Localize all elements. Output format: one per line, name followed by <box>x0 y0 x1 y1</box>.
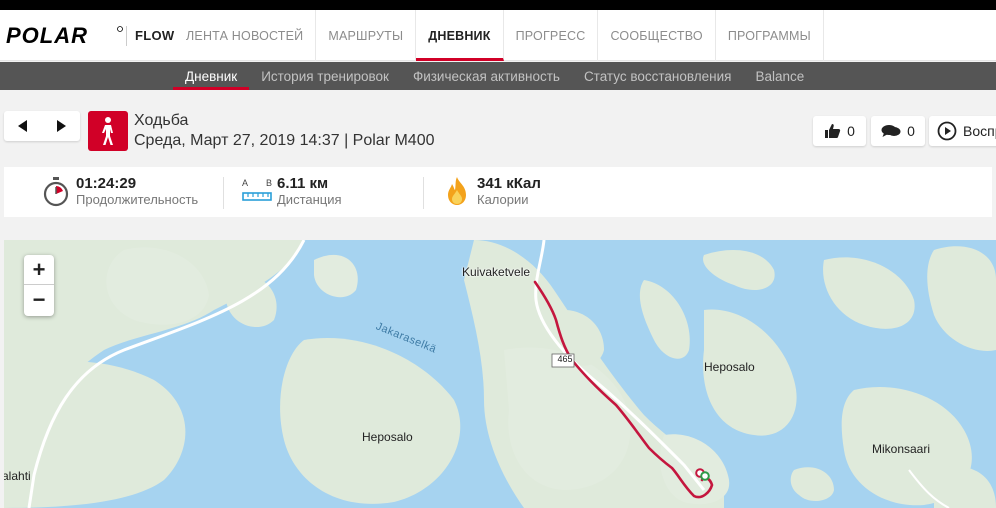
like-button[interactable]: 0 <box>813 116 866 146</box>
sub-navigation: Дневник История тренировок Физическая ак… <box>0 62 996 90</box>
replay-label: Воспр <box>963 123 996 139</box>
comment-count: 0 <box>907 123 915 139</box>
browser-top-strip <box>0 0 996 10</box>
stopwatch-icon <box>43 177 69 207</box>
session-subtitle: Среда, Март 27, 2019 14:37 | Polar M400 <box>134 132 435 149</box>
distance-ruler-icon: A B <box>242 178 276 201</box>
duration-stat: 01:24:29 Продолжительность <box>4 167 224 217</box>
like-count: 0 <box>847 123 855 139</box>
previous-session-button[interactable] <box>4 111 42 141</box>
distance-label: Дистанция <box>277 192 342 207</box>
distance-stat: A B 6.11 км Дистанция <box>224 167 424 217</box>
main-nav-links: ЛЕНТА НОВОСТЕЙ МАРШРУТЫ ДНЕВНИК ПРОГРЕСС… <box>174 10 824 61</box>
distance-value: 6.11 км <box>277 175 329 192</box>
arrow-left-icon <box>18 120 27 132</box>
map-label-lahti: alahti <box>4 469 31 483</box>
flame-icon <box>448 177 466 205</box>
arrow-right-icon <box>57 120 66 132</box>
map-road-number: 465 <box>557 354 573 364</box>
distance-icon-b: B <box>265 178 272 188</box>
logo-text: POLAR <box>6 24 88 46</box>
zoom-out-button[interactable]: − <box>24 285 54 315</box>
top-navigation: POLAR FLOW ЛЕНТА НОВОСТЕЙ МАРШРУТЫ ДНЕВН… <box>0 10 996 61</box>
nav-routes[interactable]: МАРШРУТЫ <box>316 10 417 61</box>
sport-name: Ходьба <box>134 112 189 129</box>
session-summary: 01:24:29 Продолжительность A B 6.11 км Д… <box>4 167 992 217</box>
walking-person-icon <box>88 111 128 151</box>
subnav-balance[interactable]: Balance <box>743 62 816 90</box>
duration-label: Продолжительность <box>76 192 199 207</box>
nav-feed[interactable]: ЛЕНТА НОВОСТЕЙ <box>174 10 317 61</box>
duration-value: 01:24:29 <box>76 175 137 192</box>
replay-button[interactable]: Воспр <box>929 116 996 146</box>
map-zoom-control: + − <box>24 255 54 316</box>
subnav-training-history[interactable]: История тренировок <box>249 62 401 90</box>
calories-value: 341 кКал <box>477 175 541 192</box>
flow-label[interactable]: FLOW <box>126 26 174 46</box>
thumbs-up-icon <box>825 124 841 138</box>
next-session-button[interactable] <box>42 111 80 141</box>
play-circle-icon <box>937 121 957 141</box>
session-navigation <box>4 111 80 141</box>
map-label-mikonsaari: Mikonsaari <box>872 442 931 456</box>
subnav-diary[interactable]: Дневник <box>173 62 250 90</box>
subnav-recovery-status[interactable]: Статус восстановления <box>572 62 744 90</box>
nav-community[interactable]: СООБЩЕСТВО <box>598 10 716 61</box>
comment-button[interactable]: 0 <box>871 116 925 146</box>
nav-diary[interactable]: ДНЕВНИК <box>416 10 504 61</box>
calories-stat: 341 кКал Калории <box>424 167 624 217</box>
map-label-heposalo-east: Heposalo <box>704 360 755 374</box>
distance-icon-a: A <box>242 178 249 188</box>
zoom-in-button[interactable]: + <box>24 255 54 285</box>
route-map[interactable]: + − Kuivaketvele Jakaraselkä Heposalo He… <box>4 240 996 508</box>
map-canvas <box>4 240 996 508</box>
nav-programs[interactable]: ПРОГРАММЫ <box>716 10 824 61</box>
calories-label: Калории <box>477 192 529 207</box>
map-label-heposalo-west: Heposalo <box>362 430 413 444</box>
comments-icon <box>881 125 901 137</box>
nav-progress[interactable]: ПРОГРЕСС <box>504 10 599 61</box>
polar-logo-icon: POLAR <box>6 24 123 46</box>
polar-logo[interactable]: POLAR <box>6 23 124 47</box>
map-label-kuivaketvele: Kuivaketvele <box>462 265 531 279</box>
subnav-activity[interactable]: Физическая активность <box>401 62 572 90</box>
